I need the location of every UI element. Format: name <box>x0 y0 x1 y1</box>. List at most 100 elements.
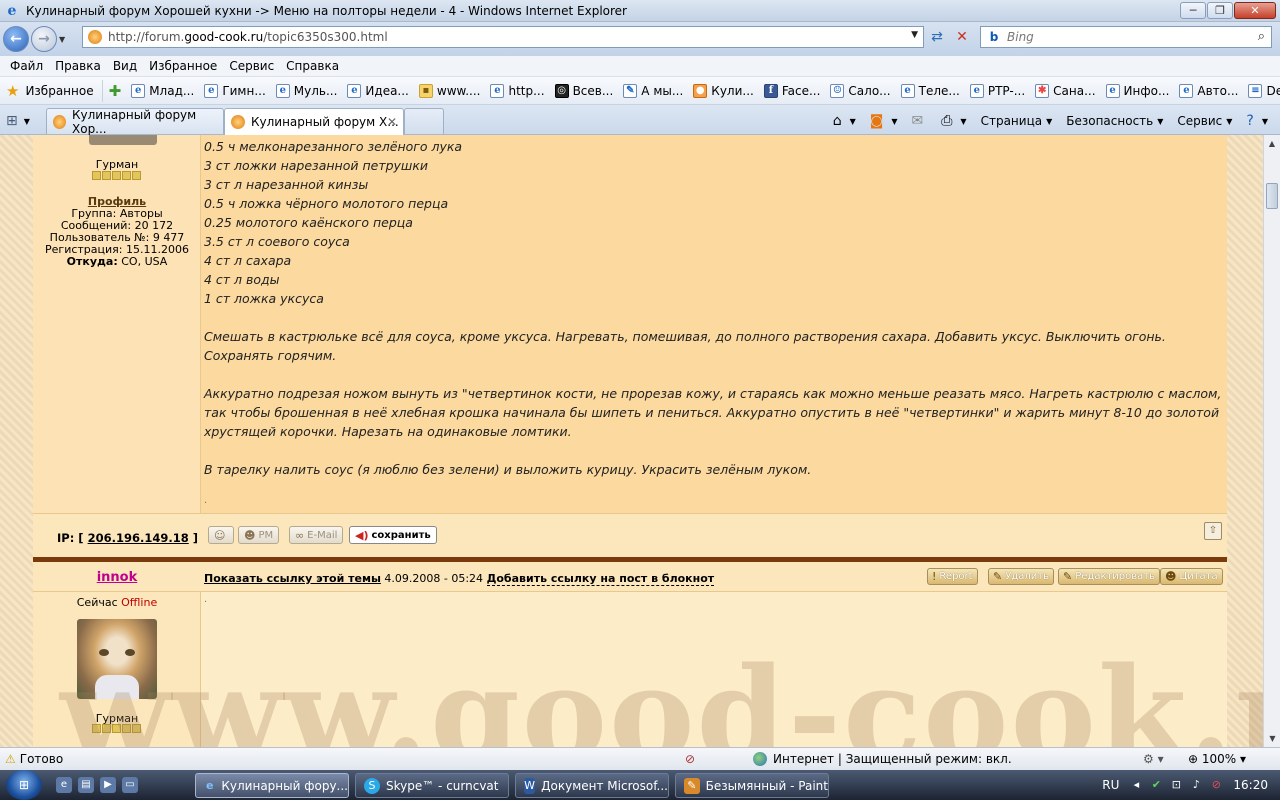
edit-icon: ✎ <box>1063 570 1073 583</box>
fav-link[interactable]: ≡Depo... <box>1248 83 1280 98</box>
delete-button[interactable]: ✎ Удалить <box>988 568 1054 585</box>
back-button[interactable]: ← <box>3 26 29 52</box>
url-field[interactable]: http://forum.good-cook.ru/topic6350s300.… <box>82 26 924 48</box>
start-button[interactable]: ⊞ <box>6 770 42 800</box>
fav-link[interactable]: ✱ Сана... <box>1035 83 1096 98</box>
network-icon[interactable]: ⊡ <box>1169 778 1183 792</box>
fav-link[interactable]: e PTP-... <box>969 83 1025 98</box>
fav-link[interactable]: e Гимн... <box>204 83 266 98</box>
search-icon[interactable]: ⌕ <box>1258 29 1265 44</box>
scroll-top-button[interactable]: ⇧ <box>1204 522 1222 540</box>
volume-icon[interactable]: ♪ <box>1189 778 1203 792</box>
tools-menu-button[interactable]: Сервис ▼ <box>1171 110 1238 132</box>
stop-icon[interactable]: ✕ <box>951 26 973 48</box>
dropdown-icon: ▼ <box>1261 116 1268 126</box>
fav-link[interactable]: e Теле... <box>900 83 960 98</box>
new-tab-button[interactable] <box>404 108 444 134</box>
search-input[interactable]: b Bing ⌕ <box>980 26 1272 48</box>
fav-link[interactable]: ☺ Сало... <box>830 83 891 98</box>
menu-file[interactable]: Файл <box>4 59 49 73</box>
fav-link[interactable]: e Муль... <box>275 83 337 98</box>
menu-help[interactable]: Справка <box>280 59 345 73</box>
ie-icon[interactable]: e <box>56 777 72 793</box>
menu-view[interactable]: Вид <box>107 59 143 73</box>
url-dropdown-icon[interactable]: ▼ <box>911 30 918 40</box>
facebook-icon: f <box>763 83 778 98</box>
media-player-icon[interactable]: ▶ <box>100 777 116 793</box>
close-button[interactable]: ✕ <box>1234 2 1276 19</box>
help-button[interactable]: ? ▼ <box>1240 110 1274 132</box>
safety-menu-button[interactable]: Безопасность ▼ <box>1060 110 1169 132</box>
refresh-icon[interactable]: ⇄ <box>926 26 948 48</box>
forward-button[interactable]: → <box>31 26 57 52</box>
fav-link[interactable]: ◎ Всев... <box>554 83 613 98</box>
clock[interactable]: 16:20 <box>1233 778 1268 792</box>
fav-link[interactable]: ✎ А мы... <box>623 83 683 98</box>
protected-mode-icon[interactable]: ⚙ ▾ <box>1143 752 1164 766</box>
menu-favorites[interactable]: Избранное <box>143 59 223 73</box>
menu-tools[interactable]: Сервис <box>223 59 280 73</box>
edit-button[interactable]: ✎ Редактировать <box>1058 568 1161 585</box>
taskbar-item-paint[interactable]: ✎ Безымянный - Paint <box>675 773 829 798</box>
print-button[interactable]: ⎙ ▼ <box>935 110 972 132</box>
security-zone[interactable]: Интернет | Защищенный режим: вкл. <box>753 752 1012 766</box>
post-author-name[interactable]: innok <box>33 570 201 585</box>
tab-forum-2[interactable]: Кулинарный форум Х... ✕ <box>224 108 404 135</box>
close-tab-icon[interactable]: ✕ <box>387 115 397 129</box>
taskbar-item-skype[interactable]: S Skype™ - curncvat <box>355 773 509 798</box>
add-favorite-icon[interactable]: ✚ <box>109 82 122 100</box>
mail-button[interactable]: ✉ <box>905 110 933 132</box>
pm-button[interactable]: ☻ PM <box>238 526 280 544</box>
report-button[interactable]: ! Report <box>927 568 978 585</box>
home-button[interactable]: ⌂ ▼ <box>827 110 862 132</box>
recipe-line: 4 ст л сахара <box>204 253 292 268</box>
vertical-scrollbar[interactable]: ▲ ▼ <box>1263 135 1280 747</box>
fav-link[interactable]: e http... <box>490 83 545 98</box>
minimize-button[interactable]: ─ <box>1180 2 1206 19</box>
dropdown-icon: ▼ <box>849 116 856 126</box>
window-controls: ─ ❐ ✕ <box>1180 2 1276 19</box>
fav-link[interactable]: ▪ www.... <box>418 83 480 98</box>
skype-tray-icon[interactable]: ✔ <box>1149 778 1163 792</box>
ie-page-icon: e <box>204 83 219 98</box>
ie-page-icon: e <box>969 83 984 98</box>
pen-icon: ✎ <box>623 83 638 98</box>
fav-link[interactable]: e Млад... <box>131 83 194 98</box>
menu-edit[interactable]: Правка <box>49 59 107 73</box>
tab-list-dropdown-icon[interactable]: ▼ <box>24 117 30 126</box>
taskbar-item-word[interactable]: W Документ Microsof... <box>515 773 669 798</box>
show-desktop-icon[interactable]: ▭ <box>122 777 138 793</box>
quick-tabs-button[interactable]: ⊞ ▼ <box>6 110 44 132</box>
scroll-down-icon[interactable]: ▼ <box>1264 730 1280 747</box>
status-text: Готово <box>19 752 64 766</box>
fav-link[interactable]: e Авто... <box>1179 83 1238 98</box>
page-menu-button[interactable]: Страница ▼ <box>975 110 1059 132</box>
popup-blocker-icon[interactable]: ⊘ <box>685 752 695 766</box>
security-tray-icon[interactable]: ⊘ <box>1209 778 1223 792</box>
language-indicator[interactable]: RU <box>1102 778 1119 792</box>
zoom-level[interactable]: ⊕ 100% ▾ <box>1188 752 1246 766</box>
scroll-up-icon[interactable]: ▲ <box>1264 135 1280 152</box>
command-bar: ⌂ ▼ ◙ ▼ ✉ ⎙ ▼ Страница ▼ Безопасность ▼ Серви… <box>827 109 1274 133</box>
profile-button[interactable]: ☺ <box>208 526 234 544</box>
fav-link[interactable]: e Инфо... <box>1105 83 1169 98</box>
quote-button[interactable]: ☻ Цитата <box>1160 568 1223 585</box>
maximize-button[interactable]: ❐ <box>1207 2 1233 19</box>
feeds-button[interactable]: ◙ ▼ <box>864 110 904 132</box>
fav-link[interactable]: e Идеа... <box>347 83 409 98</box>
add-to-notepad-link[interactable]: Добавить ссылку на пост в блокнот <box>486 572 715 586</box>
favorites-button[interactable]: ★ Избранное <box>0 79 103 102</box>
explorer-icon[interactable]: ▤ <box>78 777 94 793</box>
email-button[interactable]: ∞ E-Mail <box>289 526 344 544</box>
taskbar-item-ie[interactable]: e Кулинарный фору... <box>195 773 349 798</box>
tray-arrow-icon[interactable]: ◂ <box>1129 778 1143 792</box>
ip-link[interactable]: 206.196.149.18 <box>88 531 189 545</box>
fav-link[interactable]: f Face... <box>763 83 820 98</box>
history-dropdown-icon[interactable]: ▼ <box>59 35 71 44</box>
fav-link[interactable]: ● Кули... <box>693 83 754 98</box>
scrollbar-thumb[interactable] <box>1266 183 1278 209</box>
save-button[interactable]: ◀) сохранить <box>349 526 437 544</box>
show-topic-link[interactable]: Показать ссылку этой темы <box>204 572 381 585</box>
tab-forum-1[interactable]: Кулинарный форум Хор... <box>46 108 224 136</box>
exclamation-icon: ! <box>932 570 937 583</box>
